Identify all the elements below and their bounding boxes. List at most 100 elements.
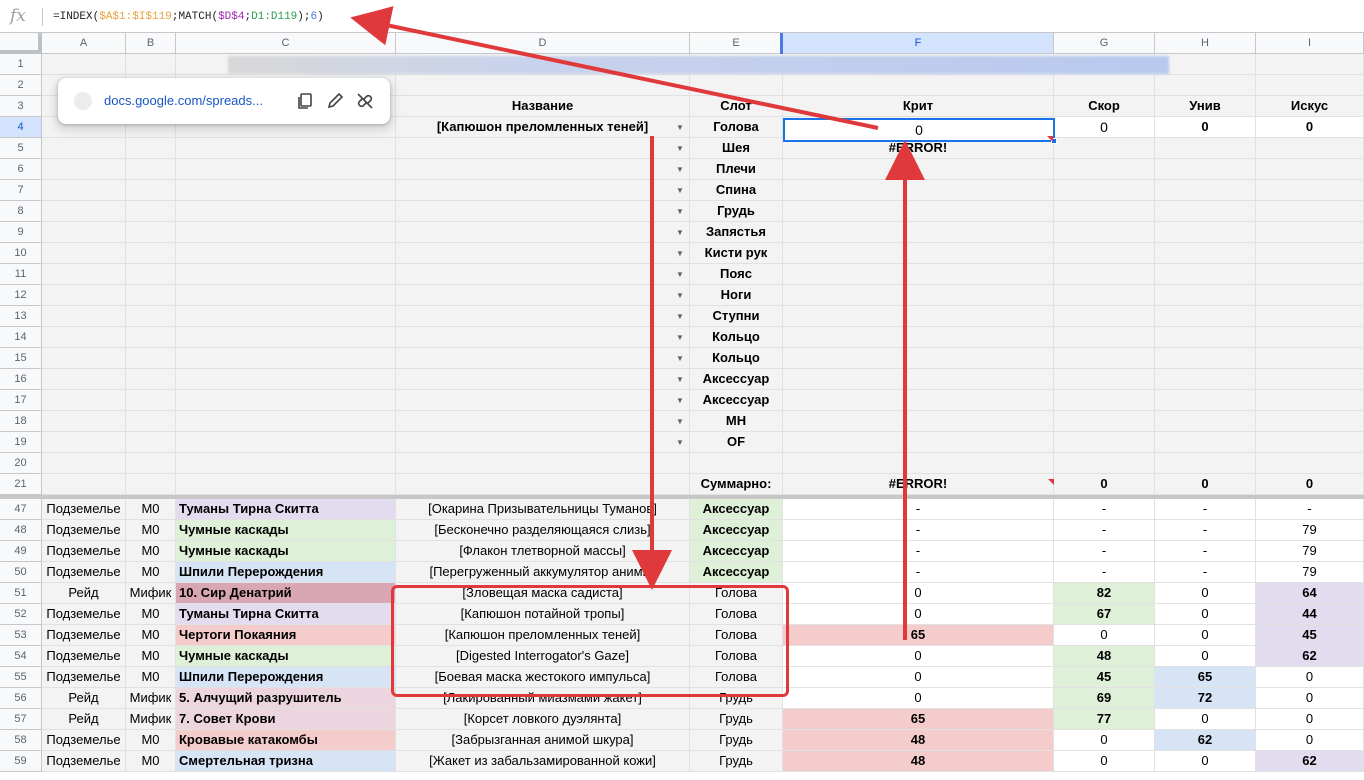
column-header-b[interactable]: B: [126, 33, 176, 54]
cell-e20[interactable]: [690, 453, 783, 474]
cell-i50[interactable]: 79: [1256, 562, 1364, 583]
cell-c50[interactable]: Шпили Перерождения: [176, 562, 396, 583]
cell-f48[interactable]: -: [783, 520, 1054, 541]
cell-i3[interactable]: Искус: [1256, 96, 1364, 117]
comment-indicator-icon[interactable]: [1048, 479, 1054, 485]
cell-b49[interactable]: М0: [126, 541, 176, 562]
cell-e8[interactable]: Грудь: [690, 201, 783, 222]
cell-g57[interactable]: 77: [1054, 709, 1155, 730]
cell-e6[interactable]: Плечи: [690, 159, 783, 180]
cell-h53[interactable]: 0: [1155, 625, 1256, 646]
cell-a55[interactable]: Подземелье: [42, 667, 126, 688]
cell-i17[interactable]: [1256, 390, 1364, 411]
cell-c53[interactable]: Чертоги Покаяния: [176, 625, 396, 646]
cell-e47[interactable]: Аксессуар: [690, 499, 783, 520]
row-header-53[interactable]: 53: [0, 625, 42, 646]
cell-i48[interactable]: 79: [1256, 520, 1364, 541]
cell-f51[interactable]: 0: [783, 583, 1054, 604]
cell-e57[interactable]: Грудь: [690, 709, 783, 730]
cell-a7[interactable]: [42, 180, 126, 201]
cell-h18[interactable]: [1155, 411, 1256, 432]
cell-d50[interactable]: [Перегруженный аккумулятор анимы]: [396, 562, 690, 583]
cell-b53[interactable]: М0: [126, 625, 176, 646]
row-header-57[interactable]: 57: [0, 709, 42, 730]
cell-c52[interactable]: Туманы Тирна Скитта: [176, 604, 396, 625]
cell-f56[interactable]: 0: [783, 688, 1054, 709]
cell-a5[interactable]: [42, 138, 126, 159]
cell-g20[interactable]: [1054, 453, 1155, 474]
cell-g12[interactable]: [1054, 285, 1155, 306]
cell-f18[interactable]: [783, 411, 1054, 432]
cell-h19[interactable]: [1155, 432, 1256, 453]
cell-b13[interactable]: [126, 306, 176, 327]
cell-b48[interactable]: М0: [126, 520, 176, 541]
cell-a59[interactable]: Подземелье: [42, 751, 126, 772]
cell-e18[interactable]: МН: [690, 411, 783, 432]
cell-c17[interactable]: [176, 390, 396, 411]
cell-f13[interactable]: [783, 306, 1054, 327]
column-header-i[interactable]: I: [1256, 33, 1364, 54]
cell-c59[interactable]: Смертельная тризна: [176, 751, 396, 772]
cell-f20[interactable]: [783, 453, 1054, 474]
cell-h12[interactable]: [1155, 285, 1256, 306]
row-header-5[interactable]: 5: [0, 138, 42, 159]
cell-a53[interactable]: Подземелье: [42, 625, 126, 646]
cell-g53[interactable]: 0: [1054, 625, 1155, 646]
cell-i12[interactable]: [1256, 285, 1364, 306]
cell-e3[interactable]: Слот: [690, 96, 783, 117]
cell-b14[interactable]: [126, 327, 176, 348]
row-header-51[interactable]: 51: [0, 583, 42, 604]
cell-c49[interactable]: Чумные каскады: [176, 541, 396, 562]
cell-i4[interactable]: 0: [1256, 117, 1364, 138]
cell-b19[interactable]: [126, 432, 176, 453]
row-header-2[interactable]: 2: [0, 75, 42, 96]
cell-c20[interactable]: [176, 453, 396, 474]
cell-h15[interactable]: [1155, 348, 1256, 369]
cell-b58[interactable]: М0: [126, 730, 176, 751]
cell-g47[interactable]: -: [1054, 499, 1155, 520]
active-cell-f4[interactable]: 0: [783, 118, 1055, 142]
cell-a17[interactable]: [42, 390, 126, 411]
cell-f8[interactable]: [783, 201, 1054, 222]
cell-h9[interactable]: [1155, 222, 1256, 243]
cell-b21[interactable]: [126, 474, 176, 495]
cell-h20[interactable]: [1155, 453, 1256, 474]
cell-c12[interactable]: [176, 285, 396, 306]
cell-e9[interactable]: Запястья: [690, 222, 783, 243]
cell-h47[interactable]: -: [1155, 499, 1256, 520]
cell-h58[interactable]: 62: [1155, 730, 1256, 751]
dropdown-arrow-icon[interactable]: ▼: [676, 396, 684, 405]
dropdown-arrow-icon[interactable]: ▼: [676, 438, 684, 447]
cell-h55[interactable]: 65: [1155, 667, 1256, 688]
cell-e13[interactable]: Ступни: [690, 306, 783, 327]
cell-d58[interactable]: [Забрызганная анимой шкура]: [396, 730, 690, 751]
cell-g54[interactable]: 48: [1054, 646, 1155, 667]
row-header-52[interactable]: 52: [0, 604, 42, 625]
cell-c9[interactable]: [176, 222, 396, 243]
cell-d47[interactable]: [Окарина Призывательницы Туманов]: [396, 499, 690, 520]
cell-g3[interactable]: Скор: [1054, 96, 1155, 117]
cell-g2[interactable]: [1054, 75, 1155, 96]
cell-e15[interactable]: Кольцо: [690, 348, 783, 369]
cell-a50[interactable]: Подземелье: [42, 562, 126, 583]
cell-h16[interactable]: [1155, 369, 1256, 390]
row-header-48[interactable]: 48: [0, 520, 42, 541]
cell-c14[interactable]: [176, 327, 396, 348]
cell-h57[interactable]: 0: [1155, 709, 1256, 730]
cell-f9[interactable]: [783, 222, 1054, 243]
cell-i13[interactable]: [1256, 306, 1364, 327]
cell-g13[interactable]: [1054, 306, 1155, 327]
cell-d7[interactable]: [396, 180, 690, 201]
unlink-icon[interactable]: [354, 90, 376, 112]
cell-g7[interactable]: [1054, 180, 1155, 201]
cell-h17[interactable]: [1155, 390, 1256, 411]
cell-b11[interactable]: [126, 264, 176, 285]
cell-i18[interactable]: [1256, 411, 1364, 432]
cell-a52[interactable]: Подземелье: [42, 604, 126, 625]
cell-f52[interactable]: 0: [783, 604, 1054, 625]
cell-b59[interactable]: М0: [126, 751, 176, 772]
cell-h13[interactable]: [1155, 306, 1256, 327]
cell-f53[interactable]: 65: [783, 625, 1054, 646]
cell-g6[interactable]: [1054, 159, 1155, 180]
cell-g56[interactable]: 69: [1054, 688, 1155, 709]
